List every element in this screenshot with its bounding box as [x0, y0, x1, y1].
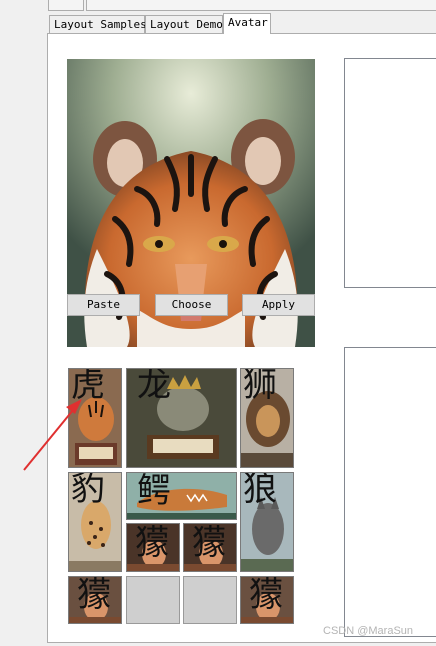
thumb-label: 狮: [243, 368, 277, 405]
avatar-thumb-empty-1[interactable]: [126, 576, 180, 624]
thumb-label: 獴: [77, 576, 111, 615]
thumb-label: 狼: [243, 472, 277, 509]
left-gutter: [0, 12, 47, 646]
avatar-thumb-mongoose-2[interactable]: 獴: [183, 523, 237, 572]
choose-button[interactable]: Choose: [155, 294, 228, 316]
thumb-label: 鳄: [137, 472, 171, 511]
paste-button[interactable]: Paste: [67, 294, 140, 316]
thumb-label: 豹: [71, 472, 105, 509]
toolbar-button-right[interactable]: [86, 0, 436, 11]
avatar-thumb-dragon[interactable]: 龙: [126, 368, 237, 468]
thumb-label: 獴: [249, 576, 283, 615]
avatar-thumb-lion[interactable]: 狮: [240, 368, 294, 468]
thumb-label: 龙: [137, 368, 171, 405]
tab-avatar[interactable]: Avatar: [223, 13, 271, 34]
avatar-thumb-tiger[interactable]: 虎: [68, 368, 122, 468]
thumb-label: 虎: [71, 368, 105, 405]
avatar-thumb-leopard[interactable]: 豹: [68, 472, 122, 572]
avatar-thumb-empty-2[interactable]: [183, 576, 237, 624]
avatar-thumb-crocodile[interactable]: 鳄: [126, 472, 237, 520]
apply-button[interactable]: Apply: [242, 294, 315, 316]
tab-layout-demo[interactable]: Layout Demo: [145, 15, 223, 33]
thumb-label: 獴: [135, 523, 169, 563]
tab-layout-samples[interactable]: Layout Samples: [49, 15, 147, 33]
watermark: CSDN @MaraSun: [323, 625, 414, 637]
toolbar-button-left[interactable]: [48, 0, 84, 11]
avatar-thumb-mongoose-4[interactable]: 獴: [240, 576, 294, 624]
preview-panel-bottom: [344, 347, 436, 637]
avatar-thumb-wolf[interactable]: 狼: [240, 472, 294, 572]
preview-panel-top: [344, 58, 436, 288]
avatar-thumb-mongoose-3[interactable]: 獴: [68, 576, 122, 624]
avatar-thumb-mongoose-1[interactable]: 獴: [126, 523, 180, 572]
thumb-label: 獴: [192, 523, 226, 563]
